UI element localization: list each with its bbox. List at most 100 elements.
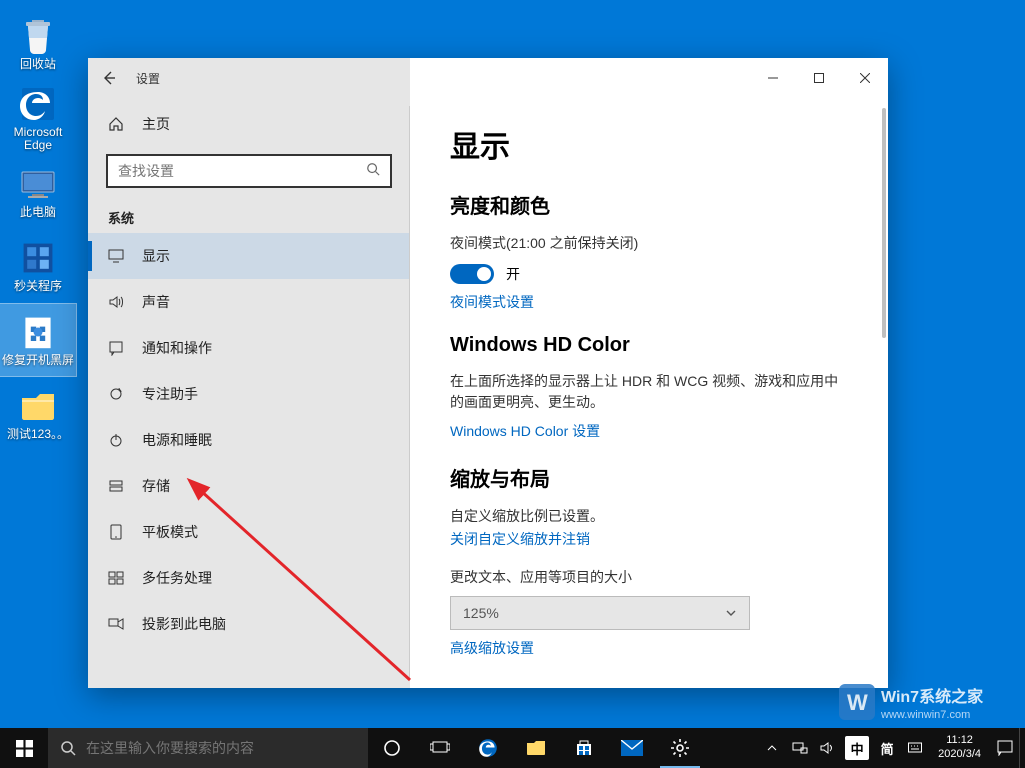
scale-desc: 更改文本、应用等项目的大小 — [450, 567, 848, 588]
folder-icon — [18, 386, 58, 426]
time: 11:12 — [946, 734, 973, 748]
store-taskbar[interactable] — [560, 728, 608, 768]
desktop-icon-recycle[interactable]: 回收站 — [0, 8, 76, 80]
recycle-bin-icon — [18, 16, 58, 56]
edge-icon — [18, 84, 58, 124]
action-center[interactable] — [991, 728, 1019, 768]
search-box[interactable] — [106, 154, 392, 188]
search-icon — [60, 740, 76, 756]
search-input[interactable] — [118, 163, 366, 179]
scale-warning: 自定义缩放比例已设置。 — [450, 506, 848, 527]
app-icon — [18, 238, 58, 278]
ime-label-2: 简 — [881, 739, 894, 758]
desktop-icon-label: 秒关程序 — [14, 280, 62, 293]
notification-icon — [108, 340, 124, 356]
cortana-icon — [383, 739, 401, 757]
tray-volume[interactable] — [814, 728, 842, 768]
titlebar: 设置 — [88, 58, 888, 98]
advanced-scale-link[interactable]: 高级缩放设置 — [450, 638, 848, 658]
desktop-icon-label: Microsoft Edge — [14, 126, 63, 152]
back-button[interactable] — [88, 58, 130, 98]
storage-icon — [108, 478, 124, 494]
night-settings-link[interactable]: 夜间模式设置 — [450, 292, 848, 312]
cortana-button[interactable] — [368, 728, 416, 768]
nav-power[interactable]: 电源和睡眠 — [88, 417, 410, 463]
nav-sound[interactable]: 声音 — [88, 279, 410, 325]
desktop-icon-thispc[interactable]: 此电脑 — [0, 156, 76, 228]
night-mode-desc: 夜间模式(21:00 之前保持关闭) — [450, 233, 848, 254]
close-button[interactable] — [842, 58, 888, 98]
edge-icon — [477, 737, 499, 759]
desktop-icon-closeprog[interactable]: 秒关程序 — [0, 230, 76, 302]
mail-taskbar[interactable] — [608, 728, 656, 768]
show-desktop[interactable] — [1019, 728, 1025, 768]
scroll-thumb[interactable] — [882, 108, 886, 338]
folder-icon — [526, 739, 546, 757]
maximize-button[interactable] — [796, 58, 842, 98]
gear-icon — [670, 738, 690, 758]
arrow-left-icon — [101, 70, 117, 86]
hd-link[interactable]: Windows HD Color 设置 — [450, 421, 848, 441]
home-row[interactable]: 主页 — [88, 104, 410, 144]
scale-heading: 缩放与布局 — [450, 463, 848, 492]
nav-project[interactable]: 投影到此电脑 — [88, 601, 410, 647]
hd-desc: 在上面所选择的显示器上让 HDR 和 WCG 视频、游戏和应用中的画面更明亮、更… — [450, 371, 848, 413]
edge-taskbar[interactable] — [464, 728, 512, 768]
desktop-icon-label: 回收站 — [20, 58, 56, 71]
nav-label: 多任务处理 — [142, 568, 212, 588]
desktop-icon-folder[interactable]: 测试123。。 — [0, 378, 76, 450]
start-button[interactable] — [0, 728, 48, 768]
ime-indicator-2[interactable]: 简 — [872, 728, 902, 768]
chevron-up-icon — [767, 743, 777, 753]
desktop-icon-label: 此电脑 — [20, 206, 56, 219]
minimize-button[interactable] — [750, 58, 796, 98]
power-icon — [108, 432, 124, 448]
scrollbar[interactable] — [874, 98, 888, 688]
taskview-button[interactable] — [416, 728, 464, 768]
ime-indicator[interactable]: 中 — [842, 728, 872, 768]
settings-taskbar[interactable] — [656, 728, 704, 768]
nav-tablet[interactable]: 平板模式 — [88, 509, 410, 555]
mail-icon — [621, 740, 643, 756]
action-center-icon — [997, 740, 1013, 756]
scale-reset-link[interactable]: 关闭自定义缩放并注销 — [450, 529, 848, 549]
hd-heading: Windows HD Color — [450, 334, 848, 357]
nav-notifications[interactable]: 通知和操作 — [88, 325, 410, 371]
group-label: 系统 — [88, 198, 410, 233]
windows-icon — [16, 740, 33, 757]
volume-icon — [820, 741, 836, 755]
explorer-taskbar[interactable] — [512, 728, 560, 768]
tray-extra[interactable] — [902, 728, 928, 768]
taskbar: 中 简 11:12 2020/3/4 — [0, 728, 1025, 768]
date: 2020/3/4 — [938, 748, 981, 762]
nav-storage[interactable]: 存储 — [88, 463, 410, 509]
window-body: 主页 系统 显示 声音 通知和操作 — [88, 98, 888, 688]
night-toggle[interactable] — [450, 264, 494, 284]
scale-dropdown[interactable]: 125% — [450, 596, 750, 630]
nav-multitask[interactable]: 多任务处理 — [88, 555, 410, 601]
project-icon — [108, 616, 124, 632]
chevron-down-icon — [725, 607, 737, 619]
multitask-icon — [108, 570, 124, 586]
desktop-icon-edge[interactable]: Microsoft Edge — [0, 82, 76, 154]
tray-network[interactable] — [786, 728, 814, 768]
svg-text:W: W — [847, 690, 868, 715]
night-toggle-row: 开 — [450, 264, 848, 284]
svg-text:www.winwin7.com: www.winwin7.com — [880, 709, 970, 721]
nav-display[interactable]: 显示 — [88, 233, 410, 279]
window-title: 设置 — [130, 70, 160, 87]
taskbar-search-input[interactable] — [86, 740, 356, 756]
pc-icon — [18, 164, 58, 204]
tray-chevron[interactable] — [758, 728, 786, 768]
desktop-icon-fixblack[interactable]: 修复开机黑屏 — [0, 304, 76, 376]
nav-label: 电源和睡眠 — [142, 430, 212, 450]
taskbar-search[interactable] — [48, 728, 368, 768]
clock[interactable]: 11:12 2020/3/4 — [928, 728, 991, 768]
desktop-icon-label: 修复开机黑屏 — [2, 354, 74, 367]
sidebar: 主页 系统 显示 声音 通知和操作 — [88, 98, 410, 688]
nav-focus[interactable]: 专注助手 — [88, 371, 410, 417]
store-icon — [574, 739, 594, 757]
network-icon — [792, 741, 808, 755]
sound-icon — [108, 294, 124, 310]
repair-icon — [18, 312, 58, 352]
